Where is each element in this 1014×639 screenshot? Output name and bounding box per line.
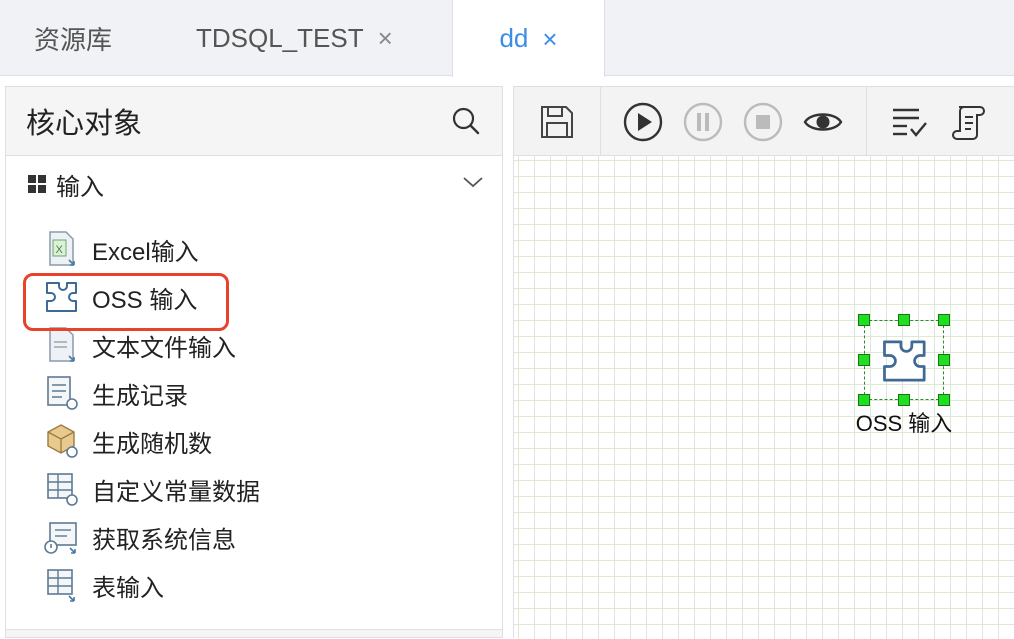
group-label: 输入: [56, 173, 104, 201]
constant-table-icon: [42, 469, 82, 509]
puzzle-icon: [879, 335, 931, 387]
resize-handle[interactable]: [938, 394, 950, 406]
resize-handle[interactable]: [858, 314, 870, 326]
item-label: 生成随机数: [92, 430, 212, 458]
canvas-node-oss-input[interactable]: [858, 314, 950, 406]
svg-text:X: X: [56, 244, 64, 256]
tab-bar: 资源库 TDSQL_TEST × dd ×: [0, 0, 1014, 77]
chevron-down-icon[interactable]: [462, 175, 484, 194]
verify-icon[interactable]: [888, 101, 930, 143]
resize-handle[interactable]: [898, 314, 910, 326]
list-item-table-input[interactable]: 表输入: [6, 561, 502, 609]
item-label: 获取系统信息: [92, 526, 236, 554]
input-group-header[interactable]: 输入: [6, 158, 502, 210]
list-item-get-system-info[interactable]: 获取系统信息: [6, 513, 502, 561]
tab-resource-library[interactable]: 资源库: [34, 0, 112, 76]
core-objects-panel: 核心对象 输入 X Excel输入 OSS 输入 文本文件输入 生成记录 生成随…: [5, 86, 503, 638]
tab-tdsql-test[interactable]: TDSQL_TEST ×: [196, 0, 393, 76]
design-canvas[interactable]: OSS 输入: [514, 156, 1014, 639]
close-icon[interactable]: ×: [378, 25, 393, 51]
list-item-custom-constant-data[interactable]: 自定义常量数据: [6, 465, 502, 513]
item-label: Excel输入: [92, 238, 199, 266]
resize-handle[interactable]: [898, 394, 910, 406]
resize-handle[interactable]: [938, 354, 950, 366]
tab-dd[interactable]: dd ×: [452, 0, 605, 77]
item-label: 自定义常量数据: [92, 478, 260, 506]
tab-label: dd: [499, 23, 529, 53]
text-file-icon: [42, 325, 82, 365]
excel-file-icon: X: [42, 229, 82, 269]
list-item-generate-random[interactable]: 生成随机数: [6, 417, 502, 465]
designer-toolbar: [514, 87, 1014, 156]
item-label: 文本文件输入: [92, 334, 236, 362]
designer-area: OSS 输入: [513, 86, 1014, 639]
panel-footer-divider: [6, 629, 502, 637]
system-info-icon: [42, 517, 82, 557]
script-icon[interactable]: [948, 101, 990, 143]
input-items-list: X Excel输入 OSS 输入 文本文件输入 生成记录 生成随机数 自定义常量…: [6, 225, 502, 609]
item-label: OSS 输入: [92, 286, 198, 314]
table-input-icon: [42, 565, 82, 605]
tab-label: TDSQL_TEST: [196, 22, 364, 53]
list-item-generate-records[interactable]: 生成记录: [6, 369, 502, 417]
close-icon[interactable]: ×: [542, 26, 557, 52]
resize-handle[interactable]: [858, 394, 870, 406]
list-item-excel-input[interactable]: X Excel输入: [6, 225, 502, 273]
search-icon[interactable]: [450, 105, 482, 137]
list-item-oss-input[interactable]: OSS 输入: [6, 273, 502, 331]
resize-handle[interactable]: [858, 354, 870, 366]
stop-icon[interactable]: [742, 101, 784, 143]
panel-title: 核心对象: [26, 108, 143, 140]
pause-icon[interactable]: [682, 101, 724, 143]
preview-icon[interactable]: [802, 101, 844, 143]
puzzle-icon: [42, 277, 82, 317]
tab-label: 资源库: [34, 24, 113, 55]
random-cube-icon: [42, 421, 82, 461]
grid-icon: [28, 175, 46, 193]
save-icon[interactable]: [536, 101, 578, 143]
run-icon[interactable]: [622, 101, 664, 143]
generate-records-icon: [42, 373, 82, 413]
item-label: 生成记录: [92, 382, 188, 410]
resize-handle[interactable]: [938, 314, 950, 326]
item-label: 表输入: [92, 574, 164, 602]
panel-header: 核心对象: [6, 87, 502, 156]
canvas-node-label: OSS 输入: [855, 411, 953, 436]
